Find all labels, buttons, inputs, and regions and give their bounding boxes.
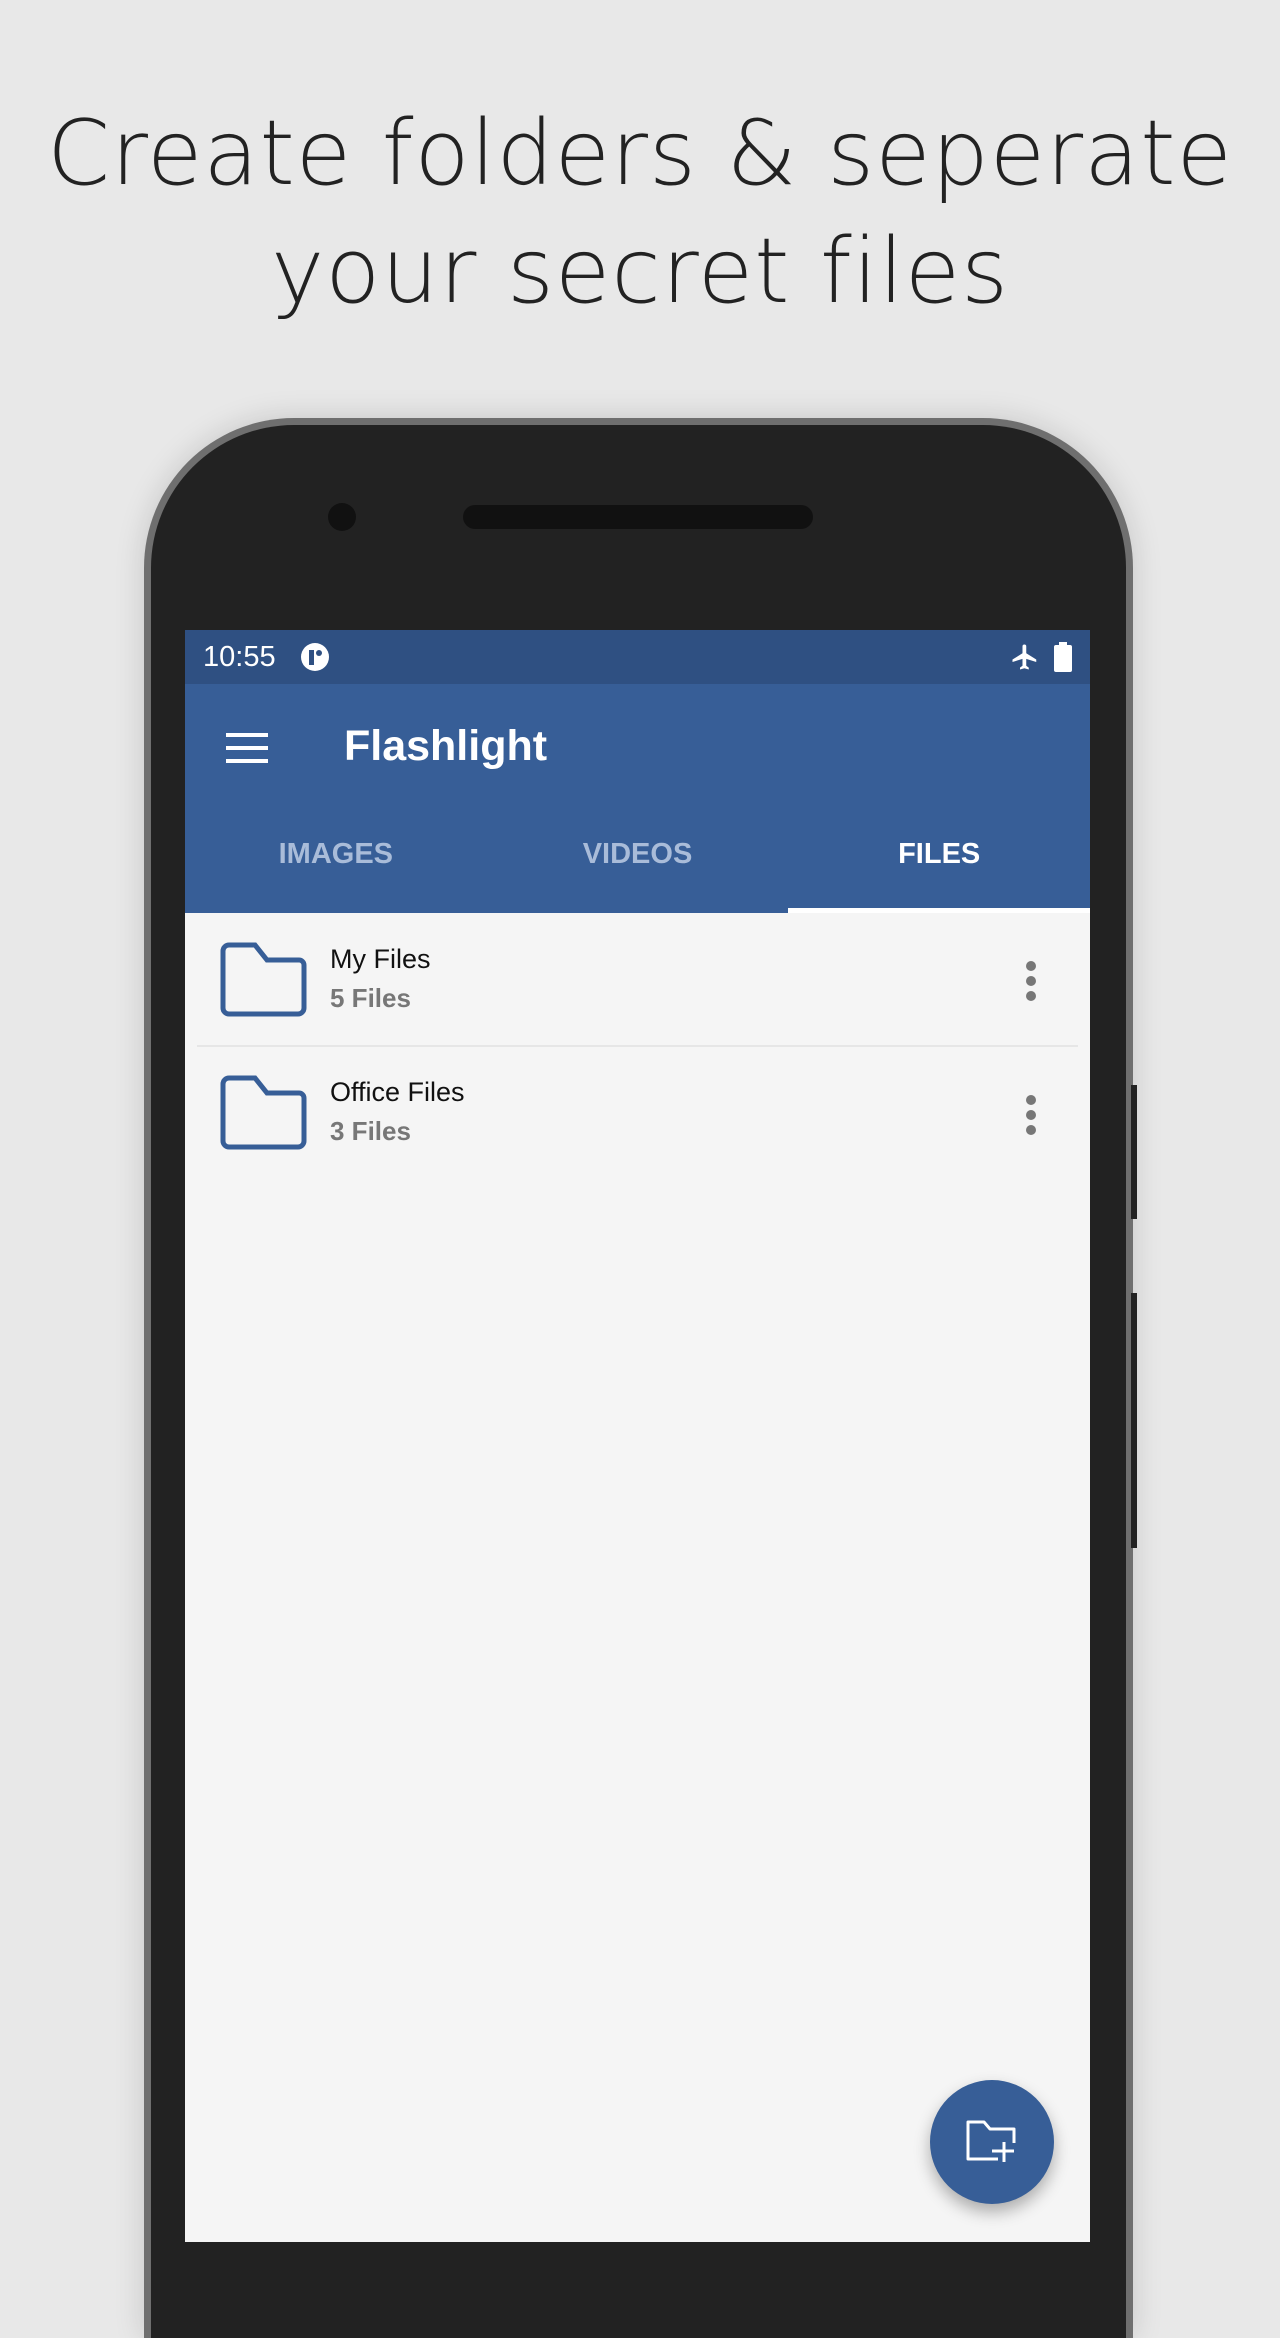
volume-button [1131, 1085, 1137, 1219]
folder-icon [220, 942, 307, 1017]
folder-icon [220, 1075, 307, 1150]
tab-videos[interactable]: VIDEOS [487, 808, 789, 913]
front-camera [328, 503, 356, 531]
list-item[interactable]: My Files 5 Files [197, 913, 1078, 1045]
app-notification-icon [300, 643, 329, 671]
status-bar: 10:55 [185, 630, 1090, 684]
tab-bar: IMAGES VIDEOS FILES [185, 808, 1090, 913]
list-item[interactable]: Office Files 3 Files [197, 1045, 1078, 1177]
folder-list: My Files 5 Files Office Files 3 Files [185, 913, 1090, 1177]
app-bar: Flashlight IMAGES VIDEOS FILES [185, 684, 1090, 913]
battery-icon [1054, 642, 1072, 672]
power-button [1131, 1293, 1137, 1548]
hamburger-menu-icon[interactable] [226, 733, 268, 763]
folder-count: 3 Files [330, 1116, 411, 1146]
folder-name: My Files [330, 944, 431, 974]
create-folder-icon [966, 2120, 1016, 2162]
app-title: Flashlight [344, 722, 548, 770]
create-folder-button[interactable] [930, 2080, 1054, 2204]
folder-count: 5 Files [330, 983, 411, 1013]
app-screen: 10:55 Flashlight IMAGES VIDEOS FILES My … [185, 630, 1090, 2242]
more-options-icon[interactable] [1026, 961, 1036, 1001]
tab-files[interactable]: FILES [788, 808, 1090, 913]
headline-line-2: your secret files [271, 219, 1009, 324]
tab-images[interactable]: IMAGES [185, 808, 487, 913]
folder-name: Office Files [330, 1077, 465, 1107]
headline: Create folders & seperate your secret fi… [0, 95, 1280, 331]
earpiece-speaker [463, 505, 813, 529]
status-time: 10:55 [203, 640, 276, 673]
more-options-icon[interactable] [1026, 1095, 1036, 1135]
headline-line-1: Create folders & seperate [47, 101, 1233, 206]
airplane-mode-icon [1012, 644, 1037, 670]
